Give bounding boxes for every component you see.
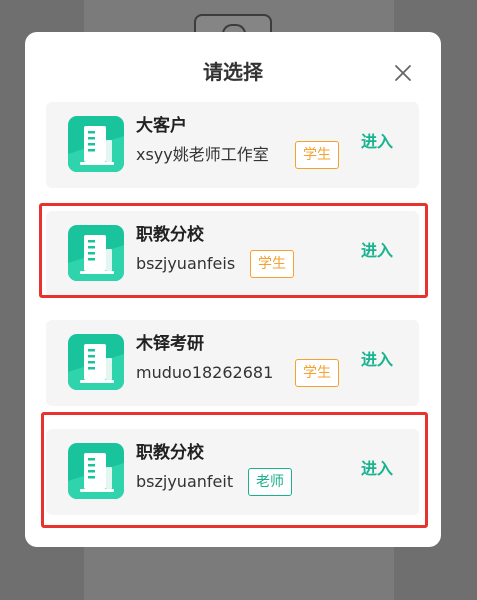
building-icon [68,116,124,172]
school-card[interactable]: 职教分校 bszjyuanfeit 老师 进入 [46,429,419,515]
role-badge: 学生 [250,250,294,278]
school-card[interactable]: 木铎考研 muduo18262681 学生 进入 [46,320,419,406]
school-name: 职教分校 [136,225,204,245]
school-list[interactable]: 大客户 xsyy姚老师工作室 学生 进入 职教分校 bszjyuanfeis 学… [25,102,441,547]
role-badge: 学生 [295,141,339,169]
enter-button[interactable]: 进入 [361,458,393,480]
school-card[interactable]: 大客户 xsyy姚老师工作室 学生 进入 [46,102,419,188]
account-name: xsyy姚老师工作室 [136,145,269,164]
dialog-title: 请选择 [203,60,263,84]
building-icon [68,334,124,390]
enter-button[interactable]: 进入 [361,240,393,262]
building-icon [68,225,124,281]
role-badge: 老师 [248,468,292,496]
enter-button[interactable]: 进入 [361,349,393,371]
close-icon[interactable] [393,63,413,83]
account-name: muduo18262681 [136,363,274,382]
school-name: 木铎考研 [136,334,204,354]
school-name: 职教分校 [136,443,204,463]
school-name: 大客户 [136,116,187,136]
select-school-dialog: 请选择 大客户 xsyy姚老师工作室 学生 进入 职教分校 bszjyuanfe… [25,32,441,547]
school-card[interactable]: 职教分校 bszjyuanfeis 学生 进入 [46,211,419,297]
building-icon [68,443,124,499]
role-badge: 学生 [295,359,339,387]
enter-button[interactable]: 进入 [361,131,393,153]
